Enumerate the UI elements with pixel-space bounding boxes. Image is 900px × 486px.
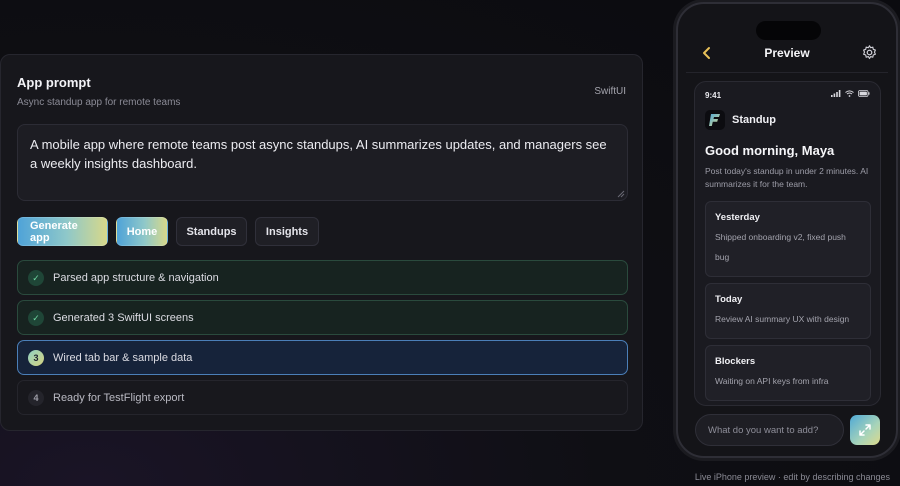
step-label: Parsed app structure & navigation — [53, 271, 219, 284]
check-icon: ✓ — [28, 310, 44, 326]
status-time: 9:41 — [705, 91, 722, 100]
nav-divider — [686, 72, 888, 73]
status-icons — [831, 90, 870, 97]
app-prompt-panel: App prompt Async standup app for remote … — [0, 54, 643, 431]
prompt-textarea[interactable]: A mobile app where remote teams post asy… — [17, 124, 628, 201]
step-label: Generated 3 SwiftUI screens — [53, 311, 194, 324]
step-item: 4 Ready for TestFlight export — [17, 380, 628, 415]
panel-title: App prompt — [17, 75, 91, 90]
dynamic-island — [756, 21, 821, 40]
step-item: ✓ Generated 3 SwiftUI screens — [17, 300, 628, 335]
card-title: Today — [715, 294, 743, 305]
tab-home[interactable]: Home — [116, 217, 168, 246]
generation-steps: ✓ Parsed app structure & navigation ✓ Ge… — [17, 260, 628, 420]
card-title: Blockers — [715, 356, 756, 367]
expand-icon — [859, 424, 871, 436]
app-header: Standup — [705, 110, 776, 130]
yesterday-card[interactable]: Yesterday Shipped onboarding v2, fixed p… — [705, 201, 871, 277]
prompt-text: A mobile app where remote teams post asy… — [30, 137, 607, 171]
wifi-icon — [845, 90, 854, 97]
action-buttons: Generate app Home Standups Insights — [17, 217, 319, 246]
step-number: 3 — [28, 350, 44, 366]
expand-button[interactable] — [850, 415, 880, 445]
standup-logo-icon — [705, 110, 725, 130]
greeting-heading: Good morning, Maya — [705, 143, 835, 158]
tab-standups[interactable]: Standups — [176, 217, 247, 246]
step-item: ✓ Parsed app structure & navigation — [17, 260, 628, 295]
card-title: Yesterday — [715, 212, 760, 223]
panel-subtitle: Async standup app for remote teams — [17, 97, 181, 108]
preview-caption: Live iPhone preview · edit by describing… — [694, 472, 890, 482]
blockers-card[interactable]: Blockers Waiting on API keys from infra — [705, 345, 871, 401]
intro-text: Post today's standup in under 2 minutes.… — [705, 166, 869, 189]
generate-app-button[interactable]: Generate app — [17, 217, 108, 246]
today-card[interactable]: Today Review AI summary UX with design — [705, 283, 871, 339]
app-screen: 9:41 Standup Good morning, Maya Post tod… — [694, 81, 881, 406]
composer-input[interactable]: What do you want to add? — [695, 414, 844, 446]
composer-placeholder: What do you want to add? — [708, 424, 819, 436]
tab-insights[interactable]: Insights — [255, 217, 319, 246]
step-label: Wired tab bar & sample data — [53, 351, 193, 364]
card-body: Waiting on API keys from infra — [715, 376, 829, 386]
app-name: Standup — [732, 114, 776, 126]
battery-icon — [858, 90, 870, 97]
step-item: 3 Wired tab bar & sample data — [17, 340, 628, 375]
iphone-preview: Preview 9:41 Standup Good morning, Maya … — [676, 2, 898, 458]
step-label: Ready for TestFlight export — [53, 391, 185, 404]
signal-icon — [831, 90, 841, 97]
resize-grip-icon[interactable] — [617, 190, 625, 198]
card-body: Shipped onboarding v2, fixed push bug — [715, 232, 846, 262]
check-icon: ✓ — [28, 270, 44, 286]
platform-tag: SwiftUI — [594, 86, 626, 97]
card-body: Review AI summary UX with design — [715, 314, 850, 324]
gear-icon[interactable] — [861, 44, 878, 61]
step-number: 4 — [28, 390, 44, 406]
